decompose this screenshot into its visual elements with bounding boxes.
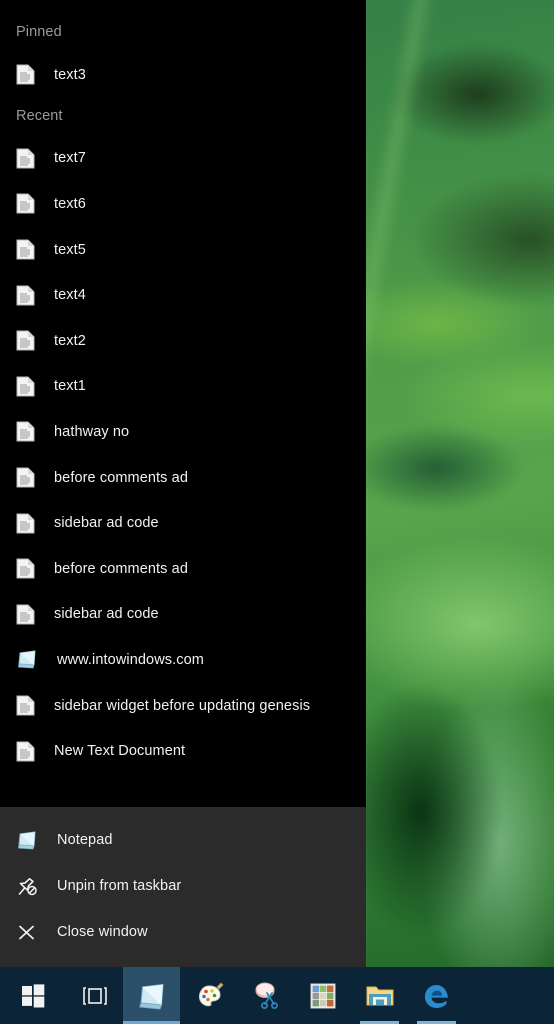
paint-taskbar-button[interactable] (180, 967, 237, 1024)
jump-list-item[interactable]: www.intowindows.com (0, 637, 366, 683)
document-icon (16, 148, 35, 169)
jump-list-item[interactable]: hathway no (0, 409, 366, 455)
document-icon (16, 695, 35, 716)
jump-list-command-close-window[interactable]: Close window (0, 909, 366, 955)
notepad-jump-list: Pinned text3 Recent text7 text6 text5 te… (0, 0, 366, 967)
notepad-icon (16, 830, 38, 851)
jump-list-command-label: Close window (57, 924, 148, 940)
document-icon (16, 376, 35, 397)
jump-list-item-label: text5 (54, 241, 86, 258)
edge-taskbar-button[interactable] (408, 967, 465, 1024)
jump-list-item[interactable]: text1 (0, 364, 366, 410)
task-view-button[interactable] (66, 967, 123, 1024)
notepad-taskbar-button[interactable] (123, 967, 180, 1024)
jump-list-recent-items: text7 text6 text5 text4 text2 text1 hath… (0, 136, 366, 774)
document-icon (16, 467, 35, 488)
jump-list-item-label: New Text Document (54, 743, 186, 760)
paint-palette-icon (198, 981, 224, 1006)
jump-list-item-label: www.intowindows.com (57, 651, 204, 668)
jump-list-item[interactable]: sidebar ad code (0, 592, 366, 638)
jump-list-item[interactable]: sidebar ad code (0, 500, 366, 546)
jump-list-commands: Notepad Unpin from taskbar Close window (0, 807, 366, 967)
jump-list-item-label: text7 (54, 150, 86, 167)
jump-list-item-label: before comments ad (54, 469, 188, 486)
document-icon (16, 513, 35, 534)
document-icon (16, 239, 35, 260)
document-icon (16, 604, 35, 625)
jump-list-item[interactable]: before comments ad (0, 546, 366, 592)
jump-list-item-label: text6 (54, 195, 86, 212)
document-icon (16, 285, 35, 306)
jump-list-item[interactable]: before comments ad (0, 455, 366, 501)
jump-list-item-label: before comments ad (54, 560, 188, 577)
start-button[interactable] (0, 967, 66, 1024)
jump-list-item[interactable]: text4 (0, 272, 366, 318)
edge-icon (424, 984, 448, 1008)
windows-logo-icon (22, 983, 45, 1007)
snipping-tool-icon (255, 982, 278, 1009)
jump-list-item[interactable]: text2 (0, 318, 366, 364)
jump-list-item-label: text4 (54, 287, 86, 304)
document-icon (16, 558, 35, 579)
jump-list-item-label: sidebar widget before updating genesis (54, 697, 311, 714)
jump-list-command-label: Unpin from taskbar (57, 878, 182, 894)
photos-taskbar-button[interactable] (294, 967, 351, 1024)
jump-list-command-notepad[interactable]: Notepad (0, 817, 366, 863)
jump-list-item-label: hathway no (54, 423, 130, 440)
jump-list-item-label: text1 (54, 378, 86, 395)
jump-list-recent-area: Pinned text3 Recent text7 text6 text5 te… (0, 0, 366, 774)
close-icon (16, 922, 38, 943)
notepad-icon (16, 649, 38, 670)
document-icon (16, 421, 35, 442)
taskbar (0, 967, 554, 1024)
jump-list-command-label: Notepad (57, 832, 113, 848)
jump-list-item-label: text2 (54, 332, 86, 349)
document-icon (16, 330, 35, 351)
unpin-icon (16, 876, 38, 897)
jump-list-command-unpin[interactable]: Unpin from taskbar (0, 863, 366, 909)
jump-list-item[interactable]: text7 (0, 136, 366, 182)
document-icon (16, 193, 35, 214)
jump-list-section-header-recent: Recent (16, 107, 63, 124)
task-view-icon (82, 986, 107, 1005)
notepad-icon (138, 983, 164, 1009)
snipping-tool-taskbar-button[interactable] (237, 967, 294, 1024)
file-explorer-taskbar-button[interactable] (351, 967, 408, 1024)
jump-list-item-text3[interactable]: text3 (0, 52, 366, 98)
jump-list-section-header-pinned: Pinned (16, 24, 62, 40)
jump-list-item[interactable]: New Text Document (0, 728, 366, 774)
jump-list-item-label: sidebar ad code (54, 515, 159, 532)
folder-icon (366, 986, 393, 1005)
document-icon (16, 741, 35, 762)
document-icon (16, 64, 35, 85)
jump-list-item[interactable]: text5 (0, 227, 366, 273)
photos-icon (310, 983, 335, 1008)
jump-list-item[interactable]: sidebar widget before updating genesis (0, 683, 366, 729)
jump-list-item-label: text3 (54, 66, 86, 83)
jump-list-item-label: sidebar ad code (54, 606, 159, 623)
jump-list-item[interactable]: text6 (0, 181, 366, 227)
